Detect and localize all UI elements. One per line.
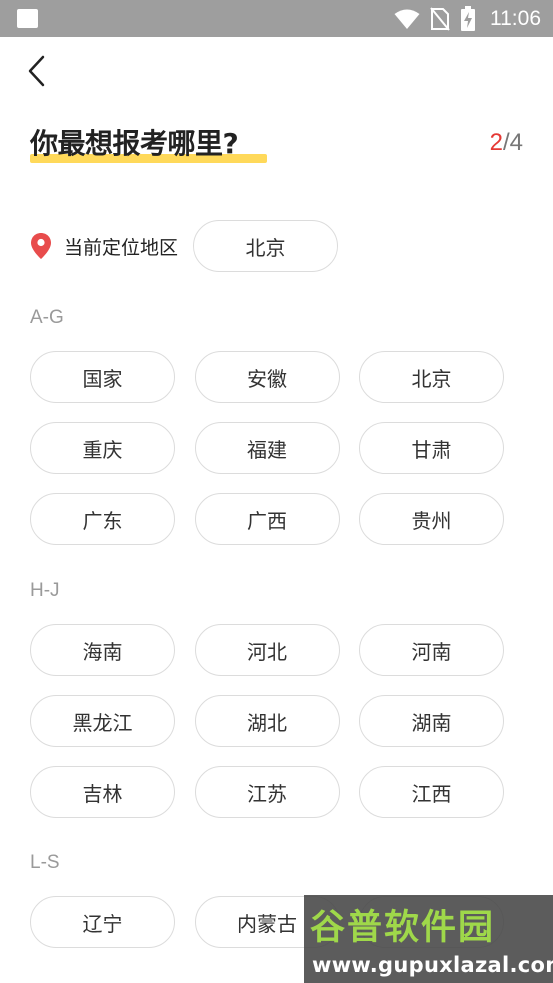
watermark-logo: 谷普软件园 www.gupuxlazal.com	[304, 895, 553, 983]
region-chip[interactable]: 河南	[359, 624, 504, 676]
region-chip[interactable]: 江苏	[194, 766, 340, 818]
step-current: 2	[489, 129, 503, 156]
region-chip[interactable]: 河北	[194, 624, 340, 676]
region-chip[interactable]: 安徽	[194, 351, 340, 403]
wifi-icon	[394, 9, 420, 29]
region-chip[interactable]: 重庆	[30, 422, 175, 474]
section-label-a-g: A-G	[30, 307, 64, 328]
region-chip[interactable]: 国家	[30, 351, 175, 403]
step-indicator: 2/4	[490, 128, 523, 158]
back-button[interactable]	[26, 55, 56, 87]
status-bar: 11:06	[0, 0, 553, 37]
section-label-h-j: H-J	[30, 580, 60, 601]
watermark-url: www.gupuxlazal.com	[312, 953, 553, 977]
current-location-label: 当前定位地区	[64, 236, 179, 259]
current-location-row: 当前定位地区 北京	[30, 220, 339, 272]
region-chip[interactable]: 福建	[194, 422, 340, 474]
watermark-brand: 谷普软件园	[310, 908, 496, 948]
notification-icon	[17, 9, 38, 28]
region-chip[interactable]: 辽宁	[30, 896, 175, 948]
region-chip[interactable]: 贵州	[359, 493, 504, 545]
section-label-l-s: L-S	[30, 852, 60, 873]
location-pin-icon	[31, 233, 51, 259]
region-chip[interactable]: 甘肃	[359, 422, 504, 474]
no-sim-icon	[430, 6, 450, 31]
region-grid-a-g: 国家 安徽 北京 重庆 福建 甘肃 广东 广西 贵州	[30, 351, 504, 545]
region-chip[interactable]: 吉林	[30, 766, 175, 818]
region-chip[interactable]: 湖南	[359, 695, 504, 747]
page-title: 你最想报考哪里?	[30, 127, 239, 160]
region-chip[interactable]: 黑龙江	[30, 695, 175, 747]
battery-charging-icon	[461, 5, 475, 31]
region-chip[interactable]: 北京	[359, 351, 504, 403]
page-title-wrap: 你最想报考哪里?	[30, 124, 267, 164]
status-time: 11:06	[490, 6, 541, 30]
region-chip[interactable]: 广西	[194, 493, 340, 545]
region-grid-h-j: 海南 河北 河南 黑龙江 湖北 湖南 吉林 江苏 江西	[30, 624, 504, 818]
region-chip[interactable]: 海南	[30, 624, 175, 676]
region-chip[interactable]: 湖北	[194, 695, 340, 747]
current-location-chip[interactable]: 北京	[193, 220, 339, 272]
step-total: /4	[502, 129, 523, 156]
chevron-left-icon	[28, 55, 45, 87]
region-chip[interactable]: 广东	[30, 493, 175, 545]
region-chip[interactable]: 江西	[359, 766, 504, 818]
